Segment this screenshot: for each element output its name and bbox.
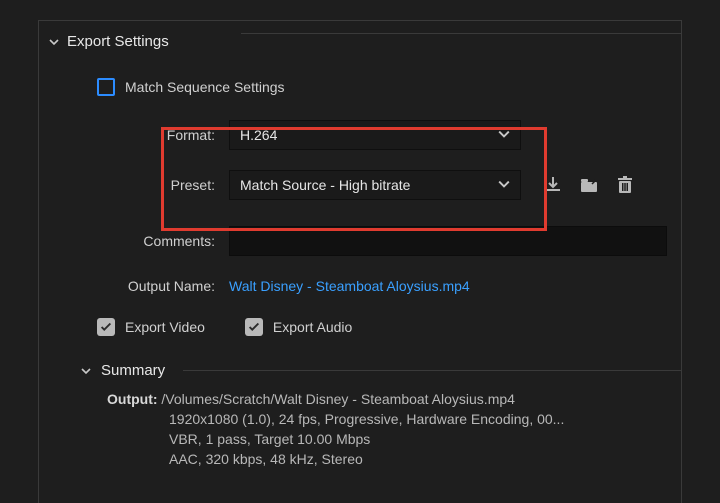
divider (241, 33, 681, 34)
delete-preset-icon[interactable] (615, 175, 635, 195)
preset-row: Preset: Match Source - High bitrate (39, 170, 681, 200)
export-settings-panel: Export Settings Match Sequence Settings … (38, 20, 682, 503)
summary-line-video: 1920x1080 (1.0), 24 fps, Progressive, Ha… (169, 409, 681, 429)
export-audio-label: Export Audio (273, 319, 352, 335)
format-label: Format: (39, 127, 229, 143)
summary-title: Summary (101, 362, 165, 379)
summary-output-path: /Volumes/Scratch/Walt Disney - Steamboat… (161, 391, 515, 407)
comments-input[interactable] (229, 226, 667, 256)
output-name-row: Output Name: Walt Disney - Steamboat Alo… (39, 278, 681, 294)
export-toggles: Export Video Export Audio (97, 318, 681, 336)
section-title: Export Settings (67, 33, 169, 50)
match-sequence-row: Match Sequence Settings (97, 78, 681, 96)
chevron-down-icon (498, 127, 510, 143)
preset-icon-group (543, 175, 635, 195)
summary-section: Summary Output: /Volumes/Scratch/Walt Di… (81, 362, 681, 469)
format-select[interactable]: H.264 (229, 120, 521, 150)
export-audio-checkbox[interactable] (245, 318, 263, 336)
export-video-item: Export Video (97, 318, 205, 336)
section-header[interactable]: Export Settings (39, 33, 681, 50)
chevron-down-icon (498, 177, 510, 193)
export-video-label: Export Video (125, 319, 205, 335)
summary-line-audio: AAC, 320 kbps, 48 kHz, Stereo (169, 449, 681, 469)
preset-value: Match Source - High bitrate (240, 177, 410, 193)
match-sequence-checkbox[interactable] (97, 78, 115, 96)
summary-line-bitrate: VBR, 1 pass, Target 10.00 Mbps (169, 429, 681, 449)
import-preset-icon[interactable] (579, 175, 599, 195)
format-value: H.264 (240, 127, 277, 143)
summary-output-row: Output: /Volumes/Scratch/Walt Disney - S… (107, 389, 681, 409)
output-name-link[interactable]: Walt Disney - Steamboat Aloysius.mp4 (229, 278, 470, 294)
preset-select[interactable]: Match Source - High bitrate (229, 170, 521, 200)
summary-header[interactable]: Summary (81, 362, 681, 379)
format-row: Format: H.264 (39, 120, 681, 150)
summary-lines: 1920x1080 (1.0), 24 fps, Progressive, Ha… (107, 409, 681, 469)
save-preset-icon[interactable] (543, 175, 563, 195)
summary-output-label: Output: (107, 391, 158, 407)
output-name-label: Output Name: (39, 278, 229, 294)
export-video-checkbox[interactable] (97, 318, 115, 336)
preset-label: Preset: (39, 177, 229, 193)
export-audio-item: Export Audio (245, 318, 352, 336)
divider (183, 370, 682, 371)
summary-body: Output: /Volumes/Scratch/Walt Disney - S… (107, 389, 681, 469)
comments-row: Comments: (39, 226, 681, 256)
comments-label: Comments: (39, 233, 229, 249)
match-sequence-label: Match Sequence Settings (125, 79, 285, 95)
chevron-down-icon (49, 37, 59, 47)
chevron-down-icon (81, 366, 91, 376)
